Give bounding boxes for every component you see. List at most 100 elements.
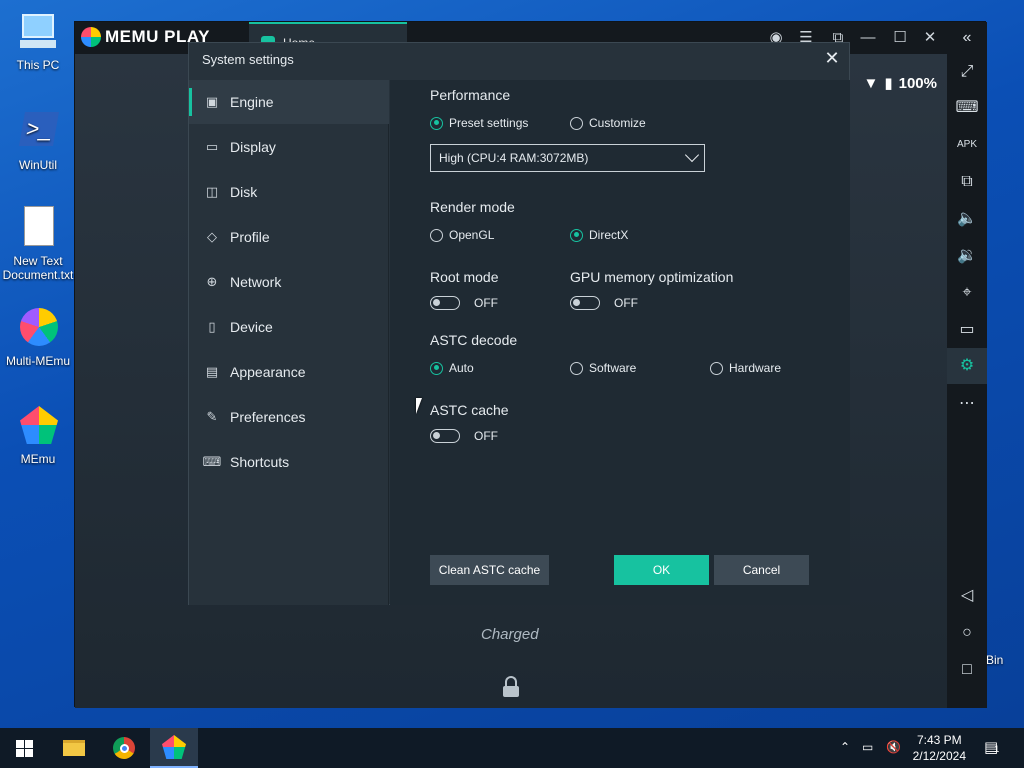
nav-item-appearance[interactable]: ▤ Appearance xyxy=(189,350,389,394)
multi-window-icon[interactable]: ⧉ xyxy=(953,168,981,196)
file-explorer-button[interactable] xyxy=(50,728,98,768)
astc-cache-toggle[interactable]: OFF xyxy=(430,429,498,443)
desktop-icon-text-document[interactable]: New Text Document.txt xyxy=(0,206,76,282)
volume-muted-icon[interactable]: 🔇 xyxy=(886,740,901,754)
chevron-up-icon[interactable]: ⌃ xyxy=(840,740,850,754)
keyboard-icon: ⌨ xyxy=(202,454,222,469)
radio-unchecked-icon xyxy=(710,361,723,375)
chevron-down-icon xyxy=(684,147,700,163)
nav-item-network[interactable]: ⊕ Network xyxy=(189,260,389,304)
nav-item-label: Shortcuts xyxy=(230,454,290,470)
recents-icon[interactable]: □ xyxy=(953,656,981,684)
toggle-off-icon xyxy=(570,296,600,310)
close-icon[interactable]: ✕ xyxy=(917,26,943,50)
nav-item-engine[interactable]: ▣ Engine xyxy=(189,80,389,124)
settings-nav: ▣ Engine ▭ Display ◫ Disk ◇ Profile ⊕ Ne… xyxy=(189,80,389,605)
desktop-icon-label: This PC xyxy=(16,58,60,72)
keyboard-icon[interactable]: ⌨ xyxy=(953,94,981,122)
radio-label: Preset settings xyxy=(449,116,529,130)
lock-icon[interactable] xyxy=(503,676,519,697)
gpu-memory-title: GPU memory optimization xyxy=(570,269,734,285)
fullscreen-icon[interactable]: ⤢ xyxy=(953,58,981,86)
settings-icon[interactable]: ⚙ xyxy=(947,348,987,384)
chrome-button[interactable] xyxy=(100,728,148,768)
wifi-icon: ▼ xyxy=(863,74,879,92)
system-settings-dialog: System settings ✕ ▣ Engine ▭ Display ◫ D… xyxy=(188,42,850,605)
volume-up-icon[interactable]: 🔈 xyxy=(953,205,981,233)
text-document-icon xyxy=(16,206,60,250)
ok-button[interactable]: OK xyxy=(614,555,709,585)
network-icon[interactable]: ▭ xyxy=(862,740,873,754)
memu-taskbar-button[interactable] xyxy=(150,728,198,768)
radio-checked-icon xyxy=(570,228,583,242)
monitor-icon: ▭ xyxy=(205,139,219,154)
astc-decode-title: ASTC decode xyxy=(430,332,518,348)
radio-checked-icon xyxy=(430,116,443,130)
toggle-state: OFF xyxy=(474,429,498,443)
performance-preset-select[interactable]: High (CPU:4 RAM:3072MB) xyxy=(430,144,705,172)
radio-label: DirectX xyxy=(589,228,629,242)
nav-item-preferences[interactable]: ✎ Preferences xyxy=(189,395,389,439)
folder-icon[interactable]: ▭ xyxy=(953,316,981,344)
opengl-radio[interactable]: OpenGL xyxy=(430,228,494,242)
wrench-icon: ✎ xyxy=(206,409,218,424)
notification-count: 1 xyxy=(994,744,1000,754)
astc-hardware-radio[interactable]: Hardware xyxy=(710,361,781,375)
close-icon[interactable]: ✕ xyxy=(823,49,841,67)
clock-date: 2/12/2024 xyxy=(912,749,966,763)
back-icon[interactable]: ◁ xyxy=(953,582,981,610)
chrome-icon xyxy=(113,737,135,759)
battery-percent: 100% xyxy=(898,74,937,92)
toggle-state: OFF xyxy=(474,296,498,310)
gpu-memory-toggle[interactable]: OFF xyxy=(570,296,638,310)
desktop-icon-multi-memu[interactable]: Multi-MEmu xyxy=(0,306,76,368)
system-clock[interactable]: 7:43 PM 2/12/2024 xyxy=(913,732,966,764)
select-value: High (CPU:4 RAM:3072MB) xyxy=(439,151,589,165)
desktop-icon-this-pc[interactable]: This PC xyxy=(0,10,76,72)
nav-item-shortcuts[interactable]: ⌨ Shortcuts xyxy=(189,440,389,484)
radio-checked-icon xyxy=(430,361,443,375)
nav-item-label: Network xyxy=(230,274,282,290)
globe-icon: ⊕ xyxy=(206,274,218,289)
astc-cache-title: ASTC cache xyxy=(430,402,509,418)
nav-item-profile[interactable]: ◇ Profile xyxy=(189,215,389,259)
desktop-icon-memu[interactable]: MEmu xyxy=(0,404,76,466)
nav-item-label: Device xyxy=(230,319,273,335)
notification-icon[interactable]: ▤1 xyxy=(984,738,999,756)
directx-radio[interactable]: DirectX xyxy=(570,228,628,242)
charged-text: Charged xyxy=(481,626,539,643)
toggle-off-icon xyxy=(430,296,460,310)
clock-time: 7:43 PM xyxy=(916,733,962,747)
root-mode-toggle[interactable]: OFF xyxy=(430,296,498,310)
astc-auto-radio[interactable]: Auto xyxy=(430,361,474,375)
clean-astc-cache-button[interactable]: Clean ASTC cache xyxy=(430,555,549,585)
apk-icon[interactable]: APK xyxy=(953,131,981,159)
location-icon[interactable]: ⌖ xyxy=(953,279,981,307)
battery-icon: ▮ xyxy=(884,75,893,92)
minimize-icon[interactable]: — xyxy=(855,26,881,50)
root-mode-title: Root mode xyxy=(430,269,499,285)
engine-settings-panel: Performance Preset settings Customize Hi… xyxy=(390,80,850,605)
more-icon[interactable]: ⋯ xyxy=(953,390,981,418)
cancel-button[interactable]: Cancel xyxy=(714,555,809,585)
home-icon[interactable]: ○ xyxy=(953,619,981,647)
nav-item-display[interactable]: ▭ Display xyxy=(189,125,389,169)
customize-radio[interactable]: Customize xyxy=(570,116,646,130)
collapse-icon[interactable]: « xyxy=(953,24,981,52)
recycle-bin-label[interactable]: Bin xyxy=(986,653,1003,667)
nav-item-disk[interactable]: ◫ Disk xyxy=(189,170,389,214)
astc-software-radio[interactable]: Software xyxy=(570,361,636,375)
nav-item-label: Appearance xyxy=(230,364,306,380)
desktop-icon-winutil[interactable]: >_ WinUtil xyxy=(0,110,76,172)
memu-logo-icon xyxy=(81,27,101,47)
desktop-icon-label: WinUtil xyxy=(19,158,57,172)
emulator-toolbar: « ⤢ ⌨ APK ⧉ 🔈 🔉 ⌖ ▭ ⚙ ⋯ ◁ ○ □ xyxy=(947,22,987,708)
preset-settings-radio[interactable]: Preset settings xyxy=(430,116,528,130)
dialog-title: System settings xyxy=(202,52,294,67)
maximize-icon[interactable]: ☐ xyxy=(887,26,913,50)
multi-memu-icon xyxy=(16,306,60,350)
taskbar: ⌃ ▭ 🔇 7:43 PM 2/12/2024 ▤1 xyxy=(0,728,1024,768)
start-button[interactable] xyxy=(0,728,48,768)
nav-item-device[interactable]: ▯ Device xyxy=(189,305,389,349)
volume-down-icon[interactable]: 🔉 xyxy=(953,242,981,270)
